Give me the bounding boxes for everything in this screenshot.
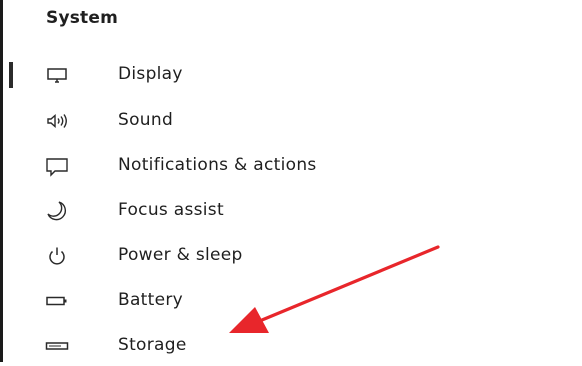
nav-item-focus-assist[interactable]: Focus assist (40, 191, 540, 231)
nav-item-label: Notifications & actions (118, 155, 317, 175)
power-icon (45, 244, 69, 268)
nav-item-label: Display (118, 64, 183, 84)
nav-item-label: Focus assist (118, 200, 224, 220)
nav-item-storage[interactable]: Storage (40, 326, 540, 366)
nav-item-sound[interactable]: Sound (40, 101, 540, 141)
nav-item-notifications[interactable]: Notifications & actions (40, 146, 540, 186)
speaker-icon (45, 109, 69, 133)
monitor-icon (45, 63, 69, 87)
battery-icon (45, 289, 69, 313)
storage-drive-icon (45, 334, 69, 358)
nav-item-label: Sound (118, 110, 174, 130)
nav-item-label: Battery (118, 290, 184, 310)
nav-item-display[interactable]: Display (40, 55, 540, 95)
nav-item-label: Storage (118, 335, 187, 355)
window-left-border (0, 0, 3, 362)
moon-icon (45, 199, 69, 223)
nav-item-battery[interactable]: Battery (40, 281, 540, 321)
section-title: System (46, 8, 119, 28)
nav-item-label: Power & sleep (118, 245, 243, 265)
message-icon (45, 154, 69, 178)
selection-indicator (9, 62, 13, 88)
nav-item-power-sleep[interactable]: Power & sleep (40, 236, 540, 276)
